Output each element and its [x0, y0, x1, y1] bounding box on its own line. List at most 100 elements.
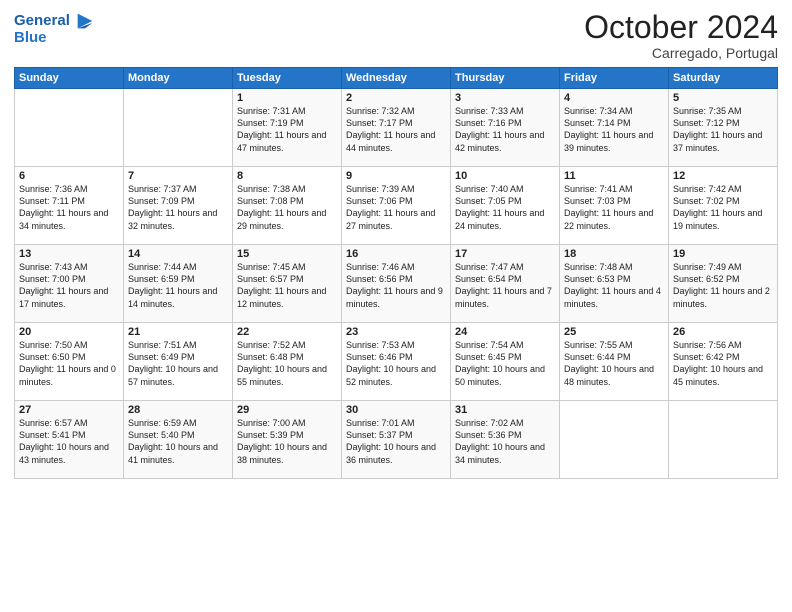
day-number: 13 — [19, 248, 119, 260]
week-row-5: 27Sunrise: 6:57 AMSunset: 5:41 PMDayligh… — [15, 401, 778, 479]
day-number: 8 — [237, 170, 337, 182]
day-info: Sunrise: 7:49 AMSunset: 6:52 PMDaylight:… — [673, 261, 773, 310]
day-number: 12 — [673, 170, 773, 182]
day-cell: 1Sunrise: 7:31 AMSunset: 7:19 PMDaylight… — [233, 89, 342, 167]
day-info: Sunrise: 7:48 AMSunset: 6:53 PMDaylight:… — [564, 261, 664, 310]
day-number: 2 — [346, 92, 446, 104]
day-info: Sunrise: 7:34 AMSunset: 7:14 PMDaylight:… — [564, 105, 664, 154]
day-info: Sunrise: 7:50 AMSunset: 6:50 PMDaylight:… — [19, 339, 119, 388]
day-info: Sunrise: 7:31 AMSunset: 7:19 PMDaylight:… — [237, 105, 337, 154]
day-info: Sunrise: 7:36 AMSunset: 7:11 PMDaylight:… — [19, 183, 119, 232]
title-block: October 2024 Carregado, Portugal — [584, 10, 778, 61]
day-info: Sunrise: 7:35 AMSunset: 7:12 PMDaylight:… — [673, 105, 773, 154]
day-cell: 28Sunrise: 6:59 AMSunset: 5:40 PMDayligh… — [124, 401, 233, 479]
day-info: Sunrise: 6:57 AMSunset: 5:41 PMDaylight:… — [19, 417, 119, 466]
day-cell: 17Sunrise: 7:47 AMSunset: 6:54 PMDayligh… — [451, 245, 560, 323]
day-number: 16 — [346, 248, 446, 260]
day-number: 5 — [673, 92, 773, 104]
day-number: 9 — [346, 170, 446, 182]
header: General Blue October 2024 Carregado, Por… — [14, 10, 778, 61]
day-info: Sunrise: 7:02 AMSunset: 5:36 PMDaylight:… — [455, 417, 555, 466]
logo-text2: Blue — [14, 30, 96, 47]
day-info: Sunrise: 7:32 AMSunset: 7:17 PMDaylight:… — [346, 105, 446, 154]
day-number: 21 — [128, 326, 228, 338]
month-title: October 2024 — [584, 10, 778, 45]
day-cell: 22Sunrise: 7:52 AMSunset: 6:48 PMDayligh… — [233, 323, 342, 401]
day-info: Sunrise: 7:46 AMSunset: 6:56 PMDaylight:… — [346, 261, 446, 310]
day-cell — [669, 401, 778, 479]
day-number: 25 — [564, 326, 664, 338]
day-cell: 15Sunrise: 7:45 AMSunset: 6:57 PMDayligh… — [233, 245, 342, 323]
day-info: Sunrise: 6:59 AMSunset: 5:40 PMDaylight:… — [128, 417, 228, 466]
day-number: 27 — [19, 404, 119, 416]
day-cell: 31Sunrise: 7:02 AMSunset: 5:36 PMDayligh… — [451, 401, 560, 479]
col-header-monday: Monday — [124, 68, 233, 89]
day-number: 30 — [346, 404, 446, 416]
week-row-3: 13Sunrise: 7:43 AMSunset: 7:00 PMDayligh… — [15, 245, 778, 323]
day-info: Sunrise: 7:56 AMSunset: 6:42 PMDaylight:… — [673, 339, 773, 388]
day-number: 22 — [237, 326, 337, 338]
day-number: 7 — [128, 170, 228, 182]
day-info: Sunrise: 7:53 AMSunset: 6:46 PMDaylight:… — [346, 339, 446, 388]
day-cell: 4Sunrise: 7:34 AMSunset: 7:14 PMDaylight… — [560, 89, 669, 167]
day-info: Sunrise: 7:37 AMSunset: 7:09 PMDaylight:… — [128, 183, 228, 232]
day-number: 6 — [19, 170, 119, 182]
day-number: 14 — [128, 248, 228, 260]
day-number: 3 — [455, 92, 555, 104]
day-number: 26 — [673, 326, 773, 338]
day-cell: 13Sunrise: 7:43 AMSunset: 7:00 PMDayligh… — [15, 245, 124, 323]
day-number: 4 — [564, 92, 664, 104]
day-cell: 26Sunrise: 7:56 AMSunset: 6:42 PMDayligh… — [669, 323, 778, 401]
col-header-tuesday: Tuesday — [233, 68, 342, 89]
day-cell: 10Sunrise: 7:40 AMSunset: 7:05 PMDayligh… — [451, 167, 560, 245]
day-info: Sunrise: 7:01 AMSunset: 5:37 PMDaylight:… — [346, 417, 446, 466]
day-info: Sunrise: 7:44 AMSunset: 6:59 PMDaylight:… — [128, 261, 228, 310]
week-row-1: 1Sunrise: 7:31 AMSunset: 7:19 PMDaylight… — [15, 89, 778, 167]
day-number: 23 — [346, 326, 446, 338]
day-info: Sunrise: 7:55 AMSunset: 6:44 PMDaylight:… — [564, 339, 664, 388]
day-cell: 19Sunrise: 7:49 AMSunset: 6:52 PMDayligh… — [669, 245, 778, 323]
col-header-thursday: Thursday — [451, 68, 560, 89]
day-cell: 8Sunrise: 7:38 AMSunset: 7:08 PMDaylight… — [233, 167, 342, 245]
logo-icon — [74, 10, 96, 32]
day-info: Sunrise: 7:51 AMSunset: 6:49 PMDaylight:… — [128, 339, 228, 388]
col-header-saturday: Saturday — [669, 68, 778, 89]
day-number: 15 — [237, 248, 337, 260]
day-info: Sunrise: 7:39 AMSunset: 7:06 PMDaylight:… — [346, 183, 446, 232]
day-cell: 16Sunrise: 7:46 AMSunset: 6:56 PMDayligh… — [342, 245, 451, 323]
day-info: Sunrise: 7:54 AMSunset: 6:45 PMDaylight:… — [455, 339, 555, 388]
day-info: Sunrise: 7:42 AMSunset: 7:02 PMDaylight:… — [673, 183, 773, 232]
week-row-4: 20Sunrise: 7:50 AMSunset: 6:50 PMDayligh… — [15, 323, 778, 401]
day-number: 11 — [564, 170, 664, 182]
day-info: Sunrise: 7:38 AMSunset: 7:08 PMDaylight:… — [237, 183, 337, 232]
day-cell: 24Sunrise: 7:54 AMSunset: 6:45 PMDayligh… — [451, 323, 560, 401]
day-cell: 21Sunrise: 7:51 AMSunset: 6:49 PMDayligh… — [124, 323, 233, 401]
day-number: 18 — [564, 248, 664, 260]
day-number: 17 — [455, 248, 555, 260]
day-cell — [124, 89, 233, 167]
day-number: 28 — [128, 404, 228, 416]
day-number: 1 — [237, 92, 337, 104]
day-cell: 20Sunrise: 7:50 AMSunset: 6:50 PMDayligh… — [15, 323, 124, 401]
day-cell: 30Sunrise: 7:01 AMSunset: 5:37 PMDayligh… — [342, 401, 451, 479]
day-info: Sunrise: 7:33 AMSunset: 7:16 PMDaylight:… — [455, 105, 555, 154]
day-cell: 29Sunrise: 7:00 AMSunset: 5:39 PMDayligh… — [233, 401, 342, 479]
day-number: 10 — [455, 170, 555, 182]
day-cell: 14Sunrise: 7:44 AMSunset: 6:59 PMDayligh… — [124, 245, 233, 323]
day-cell: 23Sunrise: 7:53 AMSunset: 6:46 PMDayligh… — [342, 323, 451, 401]
day-cell: 9Sunrise: 7:39 AMSunset: 7:06 PMDaylight… — [342, 167, 451, 245]
week-row-2: 6Sunrise: 7:36 AMSunset: 7:11 PMDaylight… — [15, 167, 778, 245]
day-info: Sunrise: 7:41 AMSunset: 7:03 PMDaylight:… — [564, 183, 664, 232]
day-cell: 6Sunrise: 7:36 AMSunset: 7:11 PMDaylight… — [15, 167, 124, 245]
day-cell: 3Sunrise: 7:33 AMSunset: 7:16 PMDaylight… — [451, 89, 560, 167]
day-info: Sunrise: 7:40 AMSunset: 7:05 PMDaylight:… — [455, 183, 555, 232]
day-cell: 5Sunrise: 7:35 AMSunset: 7:12 PMDaylight… — [669, 89, 778, 167]
day-info: Sunrise: 7:00 AMSunset: 5:39 PMDaylight:… — [237, 417, 337, 466]
day-cell: 25Sunrise: 7:55 AMSunset: 6:44 PMDayligh… — [560, 323, 669, 401]
day-info: Sunrise: 7:45 AMSunset: 6:57 PMDaylight:… — [237, 261, 337, 310]
day-number: 24 — [455, 326, 555, 338]
day-cell: 12Sunrise: 7:42 AMSunset: 7:02 PMDayligh… — [669, 167, 778, 245]
day-number: 29 — [237, 404, 337, 416]
day-cell: 27Sunrise: 6:57 AMSunset: 5:41 PMDayligh… — [15, 401, 124, 479]
location: Carregado, Portugal — [584, 45, 778, 61]
